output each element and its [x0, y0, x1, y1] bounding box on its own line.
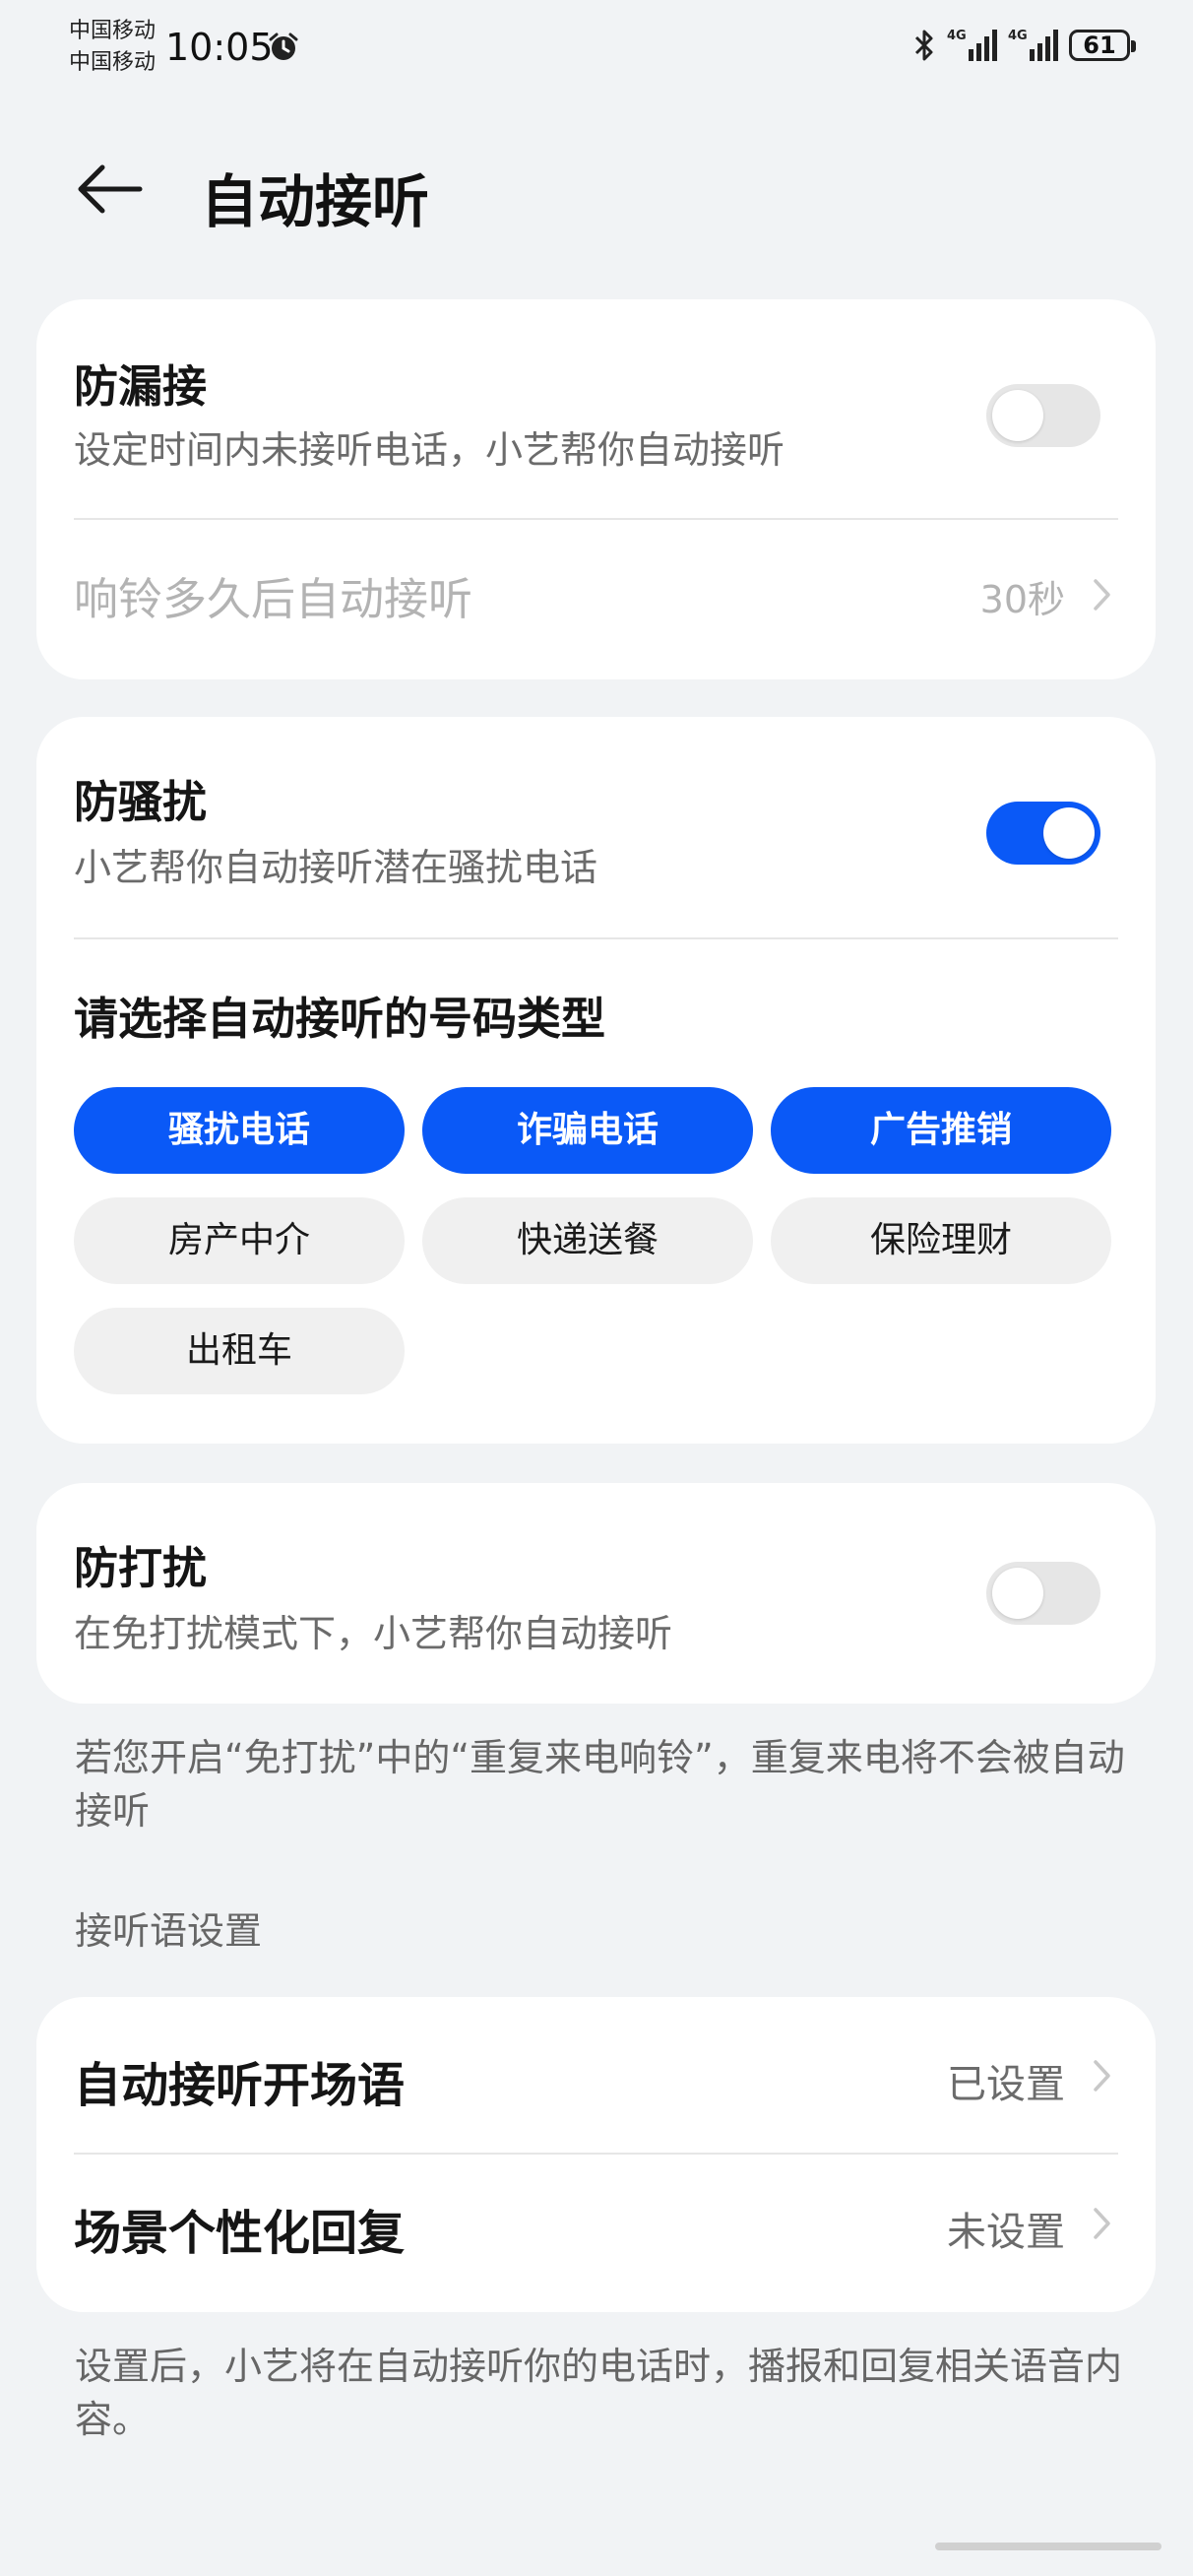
- number-type-question: 请选择自动接听的号码类型: [74, 993, 606, 1045]
- opening-greeting-label: 自动接听开场语: [74, 2058, 406, 2113]
- chip-delivery[interactable]: 快递送餐: [422, 1197, 753, 1284]
- toggle-knob: [1043, 807, 1095, 859]
- missed-call-title: 防漏接: [74, 360, 208, 413]
- ring-delay-value: 30秒: [979, 578, 1065, 621]
- carrier-1: 中国移动: [69, 19, 157, 43]
- chip-real-estate[interactable]: 房产中介: [74, 1197, 405, 1284]
- carrier-info: 中国移动 中国移动: [69, 16, 156, 79]
- dnd-note: 若您开启“免打扰”中的“重复来电响铃”，重复来电将不会被自动接听: [75, 1736, 1125, 1833]
- battery-icon: 61: [1069, 30, 1136, 61]
- greeting-card: 自动接听开场语 已设置 场景个性化回复 未设置: [36, 1997, 1156, 2312]
- chip-advertising[interactable]: 广告推销: [771, 1087, 1111, 1174]
- divider: [74, 937, 1118, 939]
- chip-taxi[interactable]: 出租车: [74, 1308, 405, 1394]
- chip-fraud-call[interactable]: 诈骗电话: [422, 1087, 753, 1174]
- missed-call-card: 防漏接 设定时间内未接听电话，小艺帮你自动接听 响铃多久后自动接听 30秒: [36, 299, 1156, 679]
- dnd-subtitle: 在免打扰模式下，小艺帮你自动接听: [74, 1612, 673, 1655]
- carrier-2: 中国移动: [69, 50, 157, 75]
- signal-icon: 4G: [947, 29, 997, 61]
- chevron-right-icon: [1094, 579, 1110, 611]
- status-icons: 4G 4G 61: [911, 28, 1136, 63]
- page-title: 自动接听: [201, 168, 430, 235]
- network-type-1: 4G: [947, 29, 967, 43]
- signal-icon: 4G: [1008, 29, 1058, 61]
- status-bar: 中国移动 中国移动 10:05 4G 4G 61: [0, 0, 1193, 98]
- scene-reply-value: 未设置: [947, 2210, 1065, 2255]
- missed-call-toggle[interactable]: [986, 384, 1100, 447]
- dnd-title: 防打扰: [74, 1542, 208, 1594]
- ring-delay-label: 响铃多久后自动接听: [74, 573, 473, 625]
- dnd-card: 防打扰 在免打扰模式下，小艺帮你自动接听: [36, 1483, 1156, 1704]
- greeting-section-label: 接听语设置: [75, 1909, 263, 1953]
- harassment-subtitle: 小艺帮你自动接听潜在骚扰电话: [74, 846, 598, 889]
- dnd-toggle[interactable]: [986, 1562, 1100, 1625]
- scene-reply-label: 场景个性化回复: [74, 2206, 406, 2261]
- chip-harassment-call[interactable]: 骚扰电话: [74, 1087, 405, 1174]
- ring-delay-row[interactable]: 响铃多久后自动接听 30秒: [36, 518, 1156, 679]
- alarm-icon: [269, 32, 298, 60]
- greeting-note: 设置后，小艺将在自动接听你的电话时，播报和回复相关语音内容。: [75, 2345, 1123, 2441]
- network-type-2: 4G: [1008, 29, 1028, 43]
- home-indicator[interactable]: [935, 2543, 1162, 2550]
- harassment-title: 防骚扰: [74, 776, 208, 828]
- status-time: 10:05: [165, 26, 274, 69]
- back-arrow-icon[interactable]: [71, 160, 150, 219]
- chevron-right-icon: [1094, 2208, 1110, 2239]
- toggle-knob: [992, 1568, 1043, 1619]
- opening-greeting-value: 已设置: [947, 2062, 1065, 2107]
- harassment-card: 防骚扰 小艺帮你自动接听潜在骚扰电话 请选择自动接听的号码类型 骚扰电话 诈骗电…: [36, 717, 1156, 1444]
- bluetooth-icon: [914, 30, 933, 61]
- chip-insurance[interactable]: 保险理财: [771, 1197, 1111, 1284]
- toggle-knob: [992, 390, 1043, 441]
- opening-greeting-row[interactable]: 自动接听开场语 已设置: [36, 1997, 1156, 2145]
- missed-call-subtitle: 设定时间内未接听电话，小艺帮你自动接听: [74, 428, 785, 472]
- scene-reply-row[interactable]: 场景个性化回复 未设置: [36, 2145, 1156, 2292]
- header: 自动接听: [0, 138, 1193, 236]
- harassment-toggle[interactable]: [986, 802, 1100, 865]
- chevron-right-icon: [1094, 2060, 1110, 2092]
